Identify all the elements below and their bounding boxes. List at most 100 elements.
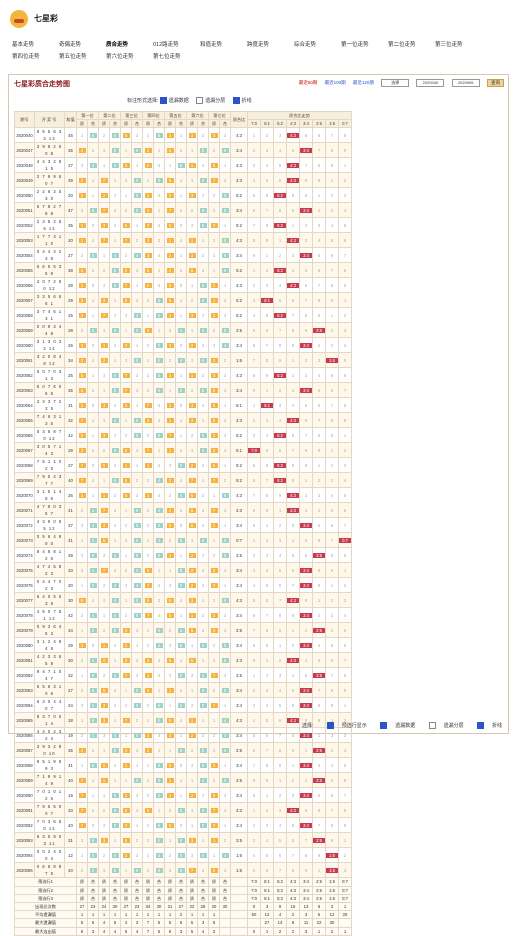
footer-option-layer[interactable]: 遗漏分层 [423, 722, 464, 729]
ratio-trend-cell: 3 [325, 202, 339, 219]
nav-link-13[interactable]: 第七位走势 [153, 52, 181, 60]
ratio-cell: 4:3 [230, 232, 248, 249]
he-cell: 1 [197, 592, 209, 609]
recent50-link[interactable]: 最近50期 [299, 80, 318, 85]
ratio-trend-cell: 7 [338, 652, 352, 669]
zhi-cell: 3 [164, 322, 176, 339]
zhi-cell: 3 [142, 427, 154, 444]
ratio-trend-cell: 4:3 [286, 172, 300, 189]
ratio-trend-cell: 2 [247, 817, 261, 834]
sum-cell: 31 [64, 832, 77, 849]
digit-marker: 0 [221, 237, 229, 244]
ratio-marker: 2:5 [313, 552, 325, 559]
he-cell: 9 [219, 772, 231, 789]
he-cell: 2 [87, 802, 99, 819]
nav-link-1[interactable]: 奇偶走势 [59, 40, 81, 48]
he-cell: 8 [175, 532, 187, 549]
predict-row[interactable]: 预选行3 质合质合质合质合质合质合质合 7:0 6:1 5:2 4:3 3:4 2:5 1:6 0… [14, 893, 352, 903]
zhi-cell: 2 [76, 547, 88, 564]
ratio-trend-cell: 5 [338, 757, 352, 774]
issue-cell: 2020070 [14, 487, 35, 504]
stat-ratio-cell: 6 [312, 901, 326, 912]
page-title: 七星彩质合走势图 [14, 81, 70, 88]
zhi-cell: 5 [186, 487, 198, 504]
to-issue-input[interactable]: 2020095 [451, 79, 480, 87]
option-missing-data[interactable]: 遗漏数据 [159, 97, 189, 105]
from-issue-input[interactable]: 2020040 [416, 79, 445, 87]
logo-icon[interactable] [10, 10, 28, 28]
nav-link-2[interactable]: 质合走势 [106, 40, 128, 48]
ratio-col-header: 1:6 [325, 119, 339, 129]
ratio-cell: 1:6 [230, 352, 248, 369]
he-cell: 2 [87, 142, 99, 159]
stat-ratio-cell: 50 [247, 910, 261, 920]
ratio-trend-cell: 4 [338, 607, 352, 624]
nav-link-0[interactable]: 基本走势 [12, 40, 34, 48]
footer-option-predict[interactable]: 预选行显示 [321, 722, 367, 729]
digit-marker: 6 [111, 612, 119, 619]
issue-cell: 2020073 [14, 532, 35, 549]
zhi-cell: 2 [76, 187, 88, 204]
nav-link-5[interactable]: 跨度走势 [247, 40, 269, 48]
footer-option-line[interactable]: 折线 [471, 722, 502, 729]
zhi-cell: 3 [98, 367, 110, 384]
zhi-cell: 2 [120, 517, 132, 534]
he-cell: 1 [153, 682, 165, 699]
ratio-trend-cell: 4 [299, 652, 313, 669]
digit-marker: 6 [221, 687, 229, 694]
digit-marker: 2 [210, 282, 218, 289]
nav-link-6[interactable]: 综合走势 [294, 40, 316, 48]
query-button[interactable]: 查询 [487, 79, 504, 88]
nav-link-9[interactable]: 第三位走势 [435, 40, 463, 48]
zhi-cell: 3 [120, 817, 132, 834]
checkbox-icon[interactable] [159, 97, 167, 105]
zhi-header: 质 [98, 119, 110, 129]
ratio-trend-cell: 3:4 [299, 727, 313, 744]
recent120-link[interactable]: 最近120期 [353, 80, 374, 85]
nav-link-11[interactable]: 第五位走势 [59, 52, 87, 60]
zhi-cell: 1 [142, 712, 154, 729]
zhi-cell: 3 [186, 127, 198, 144]
predict-row[interactable]: 预选行2 质合质合质合质合质合质合质合 7:0 6:1 5:2 4:3 3:4 2:5 1:6 0… [14, 885, 352, 895]
predict-row[interactable]: 预选行1 质合质合质合质合质合质合质合 7:0 6:1 5:2 4:3 3:4 2:5 1:6 0… [14, 877, 352, 887]
ratio-trend-cell: 8 [312, 157, 326, 174]
table-row: 2020064 2 3 3 7 2 3 5 31 2 3 3 4 3 1 7 2 2 3 3 4 5 1 6:1 1… [14, 397, 352, 414]
nav-link-8[interactable]: 第二位走势 [388, 40, 416, 48]
recent100-link[interactable]: 最近100期 [325, 80, 346, 85]
option-line[interactable]: 折线 [232, 97, 252, 105]
ratio-trend-cell: 1 [273, 637, 287, 654]
nav-link-12[interactable]: 第六位走势 [106, 52, 134, 60]
ratio-marker: 3:4 [300, 702, 312, 709]
he-cell: 0 [131, 697, 143, 714]
ratio-trend-cell: 1 [325, 307, 339, 324]
ratio-trend-cell: 8 [260, 217, 274, 234]
ratio-trend-cell: 6 [273, 442, 287, 459]
period-select[interactable]: 选择 [381, 79, 410, 87]
number-cell: 4 6 0 7 5 1 12 [34, 607, 65, 624]
ratio-trend-cell: 6 [299, 547, 313, 564]
ratio-trend-cell: 8 [338, 667, 352, 684]
checkbox-icon[interactable] [196, 97, 204, 105]
option-missing-layer[interactable]: 遗漏分层 [196, 97, 225, 105]
he-cell: 4 [131, 802, 143, 819]
zhi-cell: 7 [76, 457, 88, 474]
nav-link-10[interactable]: 第四位走势 [12, 52, 40, 60]
ratio-trend-cell: 4 [312, 367, 326, 384]
zhi-cell: 5 [164, 757, 176, 774]
he-cell: 4 [219, 802, 231, 819]
nav-link-4[interactable]: 和值走势 [200, 40, 222, 48]
stat-cell: 5 [186, 926, 198, 936]
ratio-trend-cell: 3 [247, 157, 261, 174]
issue-cell: 2020068 [14, 457, 35, 474]
digit-marker: 9 [221, 267, 229, 274]
ratio-trend-cell: 1 [325, 442, 339, 459]
ratio-trend-cell: 2 [325, 592, 339, 609]
digit-marker: 5 [188, 522, 196, 529]
predict-cell: 合 [109, 877, 121, 887]
nav-link-7[interactable]: 第一位走势 [341, 40, 369, 48]
stat-cell [219, 910, 231, 920]
nav-link-3[interactable]: 012路走势 [153, 40, 179, 48]
checkbox-icon[interactable] [232, 97, 240, 105]
zhi-cell: 1 [186, 232, 198, 249]
footer-option-missing[interactable]: 遗漏数据 [374, 722, 415, 729]
